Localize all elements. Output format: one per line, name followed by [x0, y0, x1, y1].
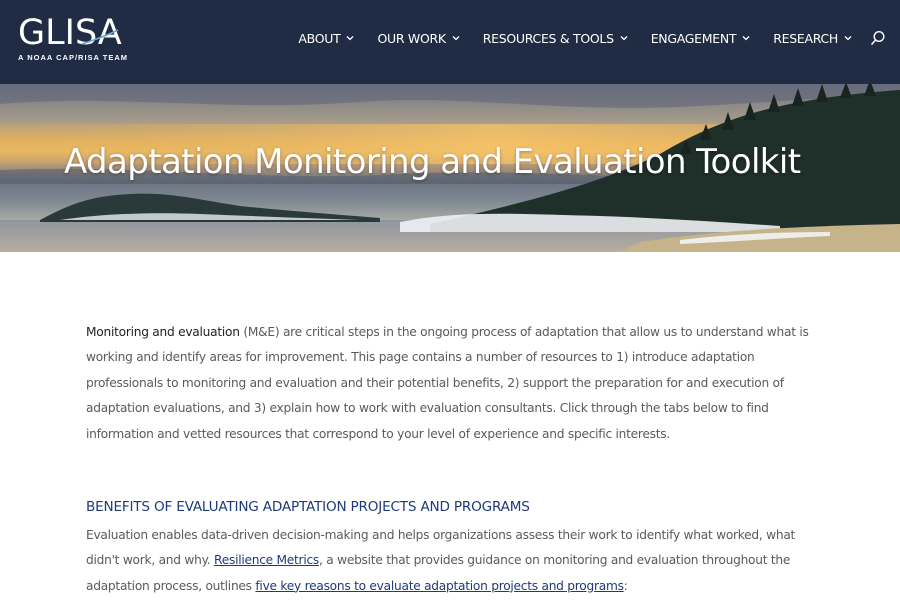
intro-text: (M&E) are critical steps in the ongoing …: [86, 325, 809, 441]
main-content: Monitoring and evaluation (M&E) are crit…: [86, 320, 816, 599]
chevron-down-icon: [452, 36, 460, 41]
logo-swoosh-icon: [81, 29, 119, 45]
chevron-down-icon: [346, 36, 354, 41]
benefits-paragraph: Evaluation enables data-driven decision-…: [86, 523, 816, 599]
benefits-heading: BENEFITS OF EVALUATING ADAPTATION PROJEC…: [86, 499, 530, 516]
logo-tagline: A NOAA CAP/RISA TEAM: [18, 53, 128, 62]
nav-research[interactable]: RESEARCH: [773, 31, 852, 46]
chevron-down-icon: [742, 36, 750, 41]
logo-text: GLISA: [18, 13, 122, 53]
nav-about[interactable]: ABOUT: [298, 31, 354, 46]
nav-engagement-label: ENGAGEMENT: [650, 30, 737, 46]
nav-about-label: ABOUT: [298, 30, 341, 46]
nav-our-work[interactable]: OUR WORK: [377, 30, 460, 46]
hero-banner: Adaptation Monitoring and Evaluation Too…: [0, 84, 900, 252]
benefits-text-after: :: [623, 578, 628, 593]
intro-lead: Monitoring and evaluation: [86, 325, 240, 339]
chevron-down-icon: [620, 36, 628, 41]
nav-research-label: RESEARCH: [773, 30, 838, 46]
nav-our-work-label: OUR WORK: [377, 30, 446, 46]
resilience-metrics-link[interactable]: Resilience Metrics: [214, 553, 319, 567]
chevron-down-icon: [844, 36, 852, 41]
search-icon[interactable]: [870, 30, 886, 46]
five-reasons-link[interactable]: five key reasons to evaluate adaptation …: [255, 579, 624, 593]
nav-engagement[interactable]: ENGAGEMENT: [651, 31, 751, 46]
site-header: GLISA A NOAA CAP/RISA TEAM ABOUT OUR WOR…: [0, 0, 900, 84]
main-nav: ABOUT OUR WORK RESOURCES & TOOLS ENGAGEM…: [298, 30, 886, 46]
nav-resources-tools-label: RESOURCES & TOOLS: [482, 30, 614, 46]
glisa-logo[interactable]: GLISA A NOAA CAP/RISA TEAM: [18, 14, 138, 66]
nav-resources-tools[interactable]: RESOURCES & TOOLS: [483, 31, 628, 46]
intro-paragraph: Monitoring and evaluation (M&E) are crit…: [86, 320, 816, 447]
page-title: Adaptation Monitoring and Evaluation Too…: [64, 142, 801, 182]
